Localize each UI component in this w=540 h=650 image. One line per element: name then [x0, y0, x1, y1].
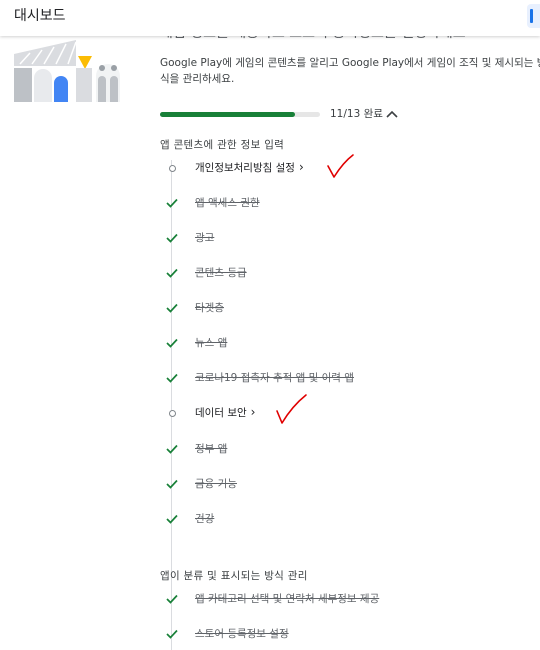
check-icon: [165, 477, 179, 491]
task-item[interactable]: 금융 기능: [160, 474, 520, 494]
task-label: 콘텐츠 등급: [195, 267, 247, 279]
chevron-up-icon: [386, 110, 398, 118]
store-illustration: [14, 40, 120, 102]
check-icon: [165, 371, 179, 385]
page-title: 대시보드: [14, 8, 66, 24]
task-label: 코로나19 접촉자 추적 앱 및 이력 앱: [195, 372, 354, 384]
task-label: 앱 액세스 권한: [195, 197, 260, 209]
check-icon: [165, 266, 179, 280]
chevron-right-icon: ›: [250, 405, 256, 419]
task-label: 건강: [195, 513, 215, 525]
task-item[interactable]: 앱 액세스 권한: [160, 193, 520, 213]
circle-icon: [165, 161, 179, 175]
check-icon: [165, 442, 179, 456]
progress-bar: [160, 112, 320, 117]
check-icon: [165, 301, 179, 315]
task-item[interactable]: 스토어 등록정보 설정: [160, 624, 520, 644]
chevron-right-icon: ›: [298, 160, 304, 174]
task-label: 금융 기능: [195, 478, 237, 490]
section-heading-store-presence: 앱이 분류 및 표시되는 방식 관리: [160, 570, 308, 582]
task-item[interactable]: 광고: [160, 228, 520, 248]
task-label: 스토어 등록정보 설정: [195, 628, 289, 640]
task-item[interactable]: 데이터 보안 ›: [160, 403, 520, 423]
task-item[interactable]: 코로나19 접촉자 추적 앱 및 이력 앱: [160, 368, 520, 388]
task-item[interactable]: 앱 카테고리 선택 및 연락처 세부정보 제공: [160, 589, 520, 609]
task-label: 앱 카테고리 선택 및 연락처 세부정보 제공: [195, 593, 380, 605]
top-action-button[interactable]: [527, 4, 540, 28]
task-item[interactable]: 정부 앱: [160, 439, 520, 459]
handwritten-checkmark-annotation: [276, 394, 307, 424]
section-heading-app-content: 앱 콘텐츠에 관한 정보 입력: [160, 139, 285, 151]
check-icon: [165, 592, 179, 606]
task-label: 데이터 보안 ›: [195, 405, 256, 419]
task-label: 정부 앱: [195, 443, 228, 455]
collapse-button[interactable]: [384, 106, 400, 120]
check-icon: [165, 627, 179, 641]
circle-icon: [165, 406, 179, 420]
progress-fill: [160, 112, 296, 117]
task-label: 개인정보처리방침 설정 ›: [195, 160, 304, 174]
task-label: 광고: [195, 232, 215, 244]
handwritten-checkmark-annotation: [327, 154, 354, 178]
task-item[interactable]: 뉴스 앱: [160, 333, 520, 353]
task-label: 뉴스 앱: [195, 337, 228, 349]
task-item[interactable]: 타겟층: [160, 298, 520, 318]
check-icon: [165, 196, 179, 210]
progress-text: 11/13 완료: [330, 108, 383, 120]
check-icon: [165, 231, 179, 245]
top-app-bar: 대시보드: [0, 0, 540, 36]
task-item[interactable]: 건강: [160, 509, 520, 529]
task-label: 타겟층: [195, 302, 224, 314]
check-icon: [165, 336, 179, 350]
check-icon: [165, 512, 179, 526]
task-item[interactable]: 콘텐츠 등급: [160, 263, 520, 283]
intro-description: Google Play에 게임의 콘텐츠를 알리고 Google Play에서 …: [160, 57, 540, 85]
